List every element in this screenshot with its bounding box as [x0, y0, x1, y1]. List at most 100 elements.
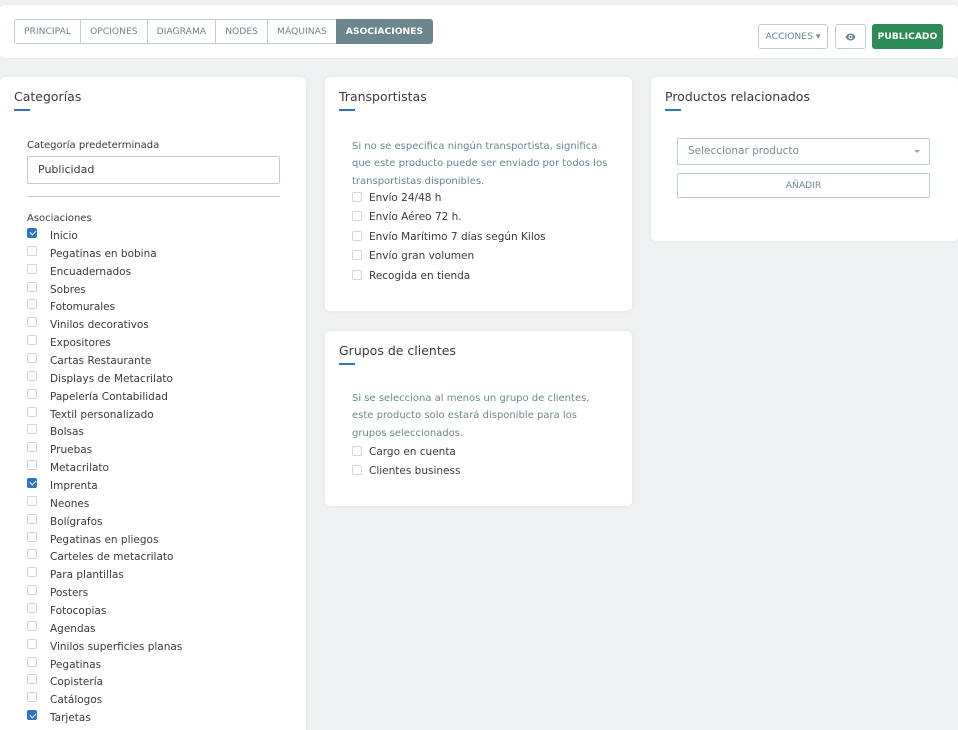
- checkbox-row[interactable]: Recogida en tienda: [352, 266, 546, 286]
- checkbox-label: Encuadernados: [50, 265, 132, 278]
- checkbox-row[interactable]: Fotomurales: [27, 298, 182, 316]
- checkbox-label: Textil personalizado: [50, 408, 154, 421]
- checkbox-checked[interactable]: [27, 477, 37, 488]
- carriers-card: Transportistas Si no se especifica ningú…: [325, 77, 632, 311]
- caret-down-icon: [914, 150, 920, 153]
- checkbox-label: Posters: [50, 587, 89, 600]
- checkbox-row[interactable]: Expositores: [27, 334, 182, 352]
- checkbox[interactable]: [27, 424, 37, 435]
- checkbox[interactable]: [27, 406, 37, 417]
- checkbox-row[interactable]: Papelería Contabilidad: [27, 388, 182, 406]
- checkbox-row[interactable]: Catálogos: [27, 691, 182, 709]
- checkbox[interactable]: [27, 442, 37, 453]
- checkbox-row[interactable]: Envío gran volumen: [352, 247, 546, 267]
- checkbox[interactable]: [27, 620, 37, 631]
- checkbox[interactable]: [352, 250, 362, 261]
- checkbox-row[interactable]: Envío Marítimo 7 días según Kilos: [352, 227, 546, 247]
- checkbox-row[interactable]: Encuadernados: [27, 263, 182, 281]
- tab-asociaciones[interactable]: Asociaciones: [335, 19, 434, 44]
- checkbox-row[interactable]: Metacrilato: [27, 459, 182, 477]
- checkbox-row[interactable]: Envío Aéreo 72 h.: [352, 208, 546, 228]
- checkbox[interactable]: [27, 352, 37, 363]
- checkbox[interactable]: [27, 299, 37, 310]
- category-checkbox-list: Inicio Pegatinas en bobina Encuadernados So…: [27, 227, 182, 727]
- checkbox-row[interactable]: Bolsas: [27, 423, 182, 441]
- checkbox-row[interactable]: Bolígrafos: [27, 513, 182, 531]
- checkbox[interactable]: [27, 549, 37, 560]
- checkbox-label: Vinilos superficies planas: [50, 640, 183, 653]
- checkbox[interactable]: [27, 281, 37, 292]
- checkbox-row[interactable]: Copistería: [27, 673, 182, 691]
- tab-diagrama[interactable]: Diagrama: [146, 19, 217, 44]
- checkbox[interactable]: [27, 245, 37, 256]
- checkbox[interactable]: [27, 638, 37, 649]
- checkbox[interactable]: [27, 370, 37, 381]
- tab-maquinas[interactable]: Máquinas: [267, 19, 337, 44]
- tab-nodes[interactable]: Nodes: [215, 19, 269, 44]
- checkbox-row[interactable]: Pruebas: [27, 441, 182, 459]
- checkbox-row[interactable]: Fotocopias: [27, 602, 182, 620]
- eye-icon: [845, 33, 856, 40]
- checkbox-row[interactable]: Vinilos superficies planas: [27, 638, 182, 656]
- checkbox[interactable]: [27, 388, 37, 399]
- checkbox-row[interactable]: Textil personalizado: [27, 406, 182, 424]
- checkbox-row[interactable]: Imprenta: [27, 477, 182, 495]
- checkbox-row[interactable]: Tarjetas: [27, 709, 182, 727]
- checkbox-row[interactable]: Neones: [27, 495, 182, 513]
- title-underline: [665, 109, 681, 111]
- checkbox-checked[interactable]: [27, 227, 37, 238]
- checkbox[interactable]: [27, 531, 37, 542]
- preview-button[interactable]: [835, 24, 866, 49]
- title-underline: [339, 109, 355, 111]
- checkbox-row[interactable]: Pegatinas en pliegos: [27, 531, 182, 549]
- checkbox-row[interactable]: Displays de Metacrilato: [27, 370, 182, 388]
- checkbox[interactable]: [352, 211, 362, 222]
- checkbox[interactable]: [352, 230, 362, 241]
- checkbox[interactable]: [27, 495, 37, 506]
- checkbox[interactable]: [27, 674, 37, 685]
- checkbox[interactable]: [352, 465, 362, 476]
- checkbox[interactable]: [27, 585, 37, 596]
- checkbox[interactable]: [27, 335, 37, 346]
- checkbox-row[interactable]: Carteles de metacrilato: [27, 548, 182, 566]
- checkbox-row[interactable]: Envío 24/48 h: [352, 188, 546, 208]
- checkbox-label: Bolígrafos: [50, 515, 103, 528]
- checkbox[interactable]: [27, 460, 37, 471]
- checkbox-row[interactable]: Cargo en cuenta: [352, 442, 460, 462]
- associations-label: Asociaciones: [27, 213, 92, 224]
- checkbox[interactable]: [27, 602, 37, 613]
- checkbox-row[interactable]: Sobres: [27, 281, 182, 299]
- checkbox-row[interactable]: Para plantillas: [27, 566, 182, 584]
- checkbox-row[interactable]: Clientes business: [352, 462, 460, 482]
- default-category-input[interactable]: Publicidad: [27, 156, 280, 184]
- product-select[interactable]: Seleccionar producto: [677, 138, 930, 165]
- checkbox[interactable]: [352, 445, 362, 456]
- checkbox-row[interactable]: Posters: [27, 584, 182, 602]
- checkbox-row[interactable]: Pegatinas en bobina: [27, 245, 182, 263]
- checkbox-row[interactable]: Pegatinas: [27, 656, 182, 674]
- checkbox-row[interactable]: Inicio: [27, 227, 182, 245]
- divider: [27, 196, 280, 197]
- checkbox[interactable]: [27, 263, 37, 274]
- checkbox-row[interactable]: Agendas: [27, 620, 182, 638]
- checkbox[interactable]: [352, 269, 362, 280]
- checkbox[interactable]: [352, 191, 362, 202]
- checkbox-label: Carteles de metacrilato: [50, 551, 174, 564]
- publish-button[interactable]: PUBLICADO: [872, 24, 943, 49]
- related-products-card: Productos relacionados Seleccionar produ…: [651, 77, 958, 241]
- checkbox[interactable]: [27, 513, 37, 524]
- tab-principal[interactable]: Principal: [14, 19, 81, 44]
- checkbox-label: Envío 24/48 h: [369, 191, 442, 204]
- checkbox-row[interactable]: Cartas Restaurante: [27, 352, 182, 370]
- checkbox-label: Metacrilato: [50, 462, 109, 475]
- add-product-button[interactable]: AÑADIR: [677, 173, 930, 198]
- actions-dropdown-button[interactable]: ACCIONES ▾: [758, 24, 828, 49]
- checkbox[interactable]: [27, 692, 37, 703]
- checkbox-checked[interactable]: [27, 710, 37, 721]
- checkbox[interactable]: [27, 656, 37, 667]
- checkbox-label: Cartas Restaurante: [50, 354, 152, 367]
- checkbox[interactable]: [27, 317, 37, 328]
- tab-opciones[interactable]: Opciones: [80, 19, 148, 44]
- checkbox[interactable]: [27, 567, 37, 578]
- checkbox-row[interactable]: Vinilos decorativos: [27, 316, 182, 334]
